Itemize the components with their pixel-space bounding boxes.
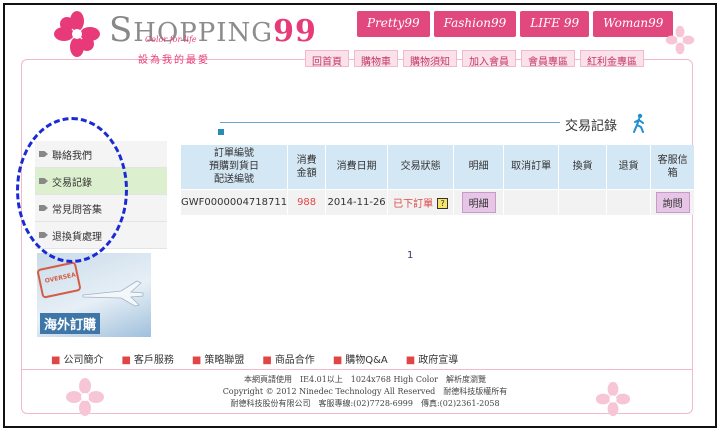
table-row: GWF0000004718711 988 2014-11-26 已下訂單? 明細… [181, 188, 696, 215]
annotation-circle [16, 117, 128, 263]
col-exchange: 換貨 [558, 145, 608, 189]
footer-info: 本網頁請使用 IE4.01以上 1024x768 High Color 解析度瀏… [155, 374, 575, 410]
walking-person-icon [633, 113, 644, 133]
browser-frame: SHOPPING99 Color for life 設為我的最愛 Pretty9… [3, 3, 717, 428]
order-status-cell: 已下訂單? [387, 188, 455, 215]
footer-link-government[interactable]: ■ 政府宣導 [406, 351, 458, 366]
brand-tab-fashion99[interactable]: Fashion99 [433, 11, 517, 37]
footer-link-alliance[interactable]: ■ 策略聯盟 [192, 351, 244, 366]
return-cell [606, 188, 652, 215]
flower-decoration-icon [595, 381, 631, 417]
brand-tab-pretty99[interactable]: Pretty99 [357, 11, 430, 37]
flower-logo-icon [54, 11, 100, 57]
add-favorite-link[interactable]: 設為我的最愛 [138, 51, 210, 66]
col-return: 退貨 [606, 145, 652, 189]
col-cancel: 取消訂單 [503, 145, 560, 189]
nav-cart[interactable]: 購物車 [354, 50, 398, 68]
col-order-no: 訂單編號 預購到貨日 配送編號 [181, 145, 289, 189]
footer-link-qa[interactable]: ■ 購物Q&A [333, 351, 388, 366]
nav-join-member[interactable]: 加入會員 [462, 50, 516, 68]
table-header-row: 訂單編號 預購到貨日 配送編號 消費 金額 消費日期 交易狀態 明細 取消訂單 換貨 … [181, 145, 696, 189]
footer-divider [21, 369, 693, 370]
oversea-order-banner[interactable]: OVERSEA 海外訂購 [37, 253, 151, 337]
order-amount: 988 [287, 188, 327, 215]
section-marker [218, 129, 224, 135]
orders-table: 訂單編號 預購到貨日 配送編號 消費 金額 消費日期 交易狀態 明細 取消訂單 換貨 … [181, 145, 696, 215]
brand-tabs: Pretty99 Fashion99 LIFE 99 Woman99 [357, 11, 674, 37]
logo-99: 99 [273, 14, 317, 49]
nav-shopping-guide[interactable]: 購物須知 [403, 50, 457, 68]
order-date: 2014-11-26 [325, 188, 389, 215]
footer-link-about[interactable]: ■ 公司簡介 [51, 351, 103, 366]
flower-decoration-icon [66, 378, 104, 416]
question-icon[interactable]: ? [437, 198, 449, 210]
section-title-line [220, 122, 560, 123]
col-detail: 明細 [453, 145, 505, 189]
nav-bonus-area[interactable]: 紅利金專區 [580, 50, 644, 68]
footer-contact: 耐德科技股份有限公司 客服專線:(02)7728-6999 傳真:(02)236… [230, 399, 500, 408]
brand-tab-woman99[interactable]: Woman99 [593, 11, 674, 37]
footer-link-cooperation[interactable]: ■ 商品合作 [262, 351, 314, 366]
col-status: 交易狀態 [387, 145, 455, 189]
order-number: GWF0000004718711 [181, 188, 289, 215]
footer-copyright: Copyright © 2012 Ninedec Technology All … [222, 387, 508, 396]
col-mailbox: 客服信箱 [650, 145, 696, 189]
site-logo[interactable]: SHOPPING99 [109, 10, 317, 50]
oversea-banner-text: 海外訂購 [40, 313, 101, 334]
nav-home[interactable]: 回首頁 [305, 50, 349, 68]
page-title: 交易記錄 [565, 119, 618, 134]
oversea-stamp: OVERSEA [37, 261, 82, 299]
airplane-icon [82, 280, 144, 307]
pagination-page[interactable]: 1 [407, 250, 413, 261]
nav-member-area[interactable]: 會員專區 [521, 50, 575, 68]
exchange-cell [558, 188, 608, 215]
col-date: 消費日期 [325, 145, 389, 189]
footer-browser-note: 本網頁請使用 IE4.01以上 1024x768 High Color 解析度瀏… [244, 375, 486, 384]
footer-link-service[interactable]: ■ 客戶服務 [121, 351, 173, 366]
col-amount: 消費 金額 [287, 145, 327, 189]
detail-button[interactable]: 明細 [461, 191, 496, 213]
logo-tagline: Color for life [145, 35, 197, 44]
detail-cell: 明細 [453, 188, 505, 215]
mailbox-cell: 詢問 [650, 188, 696, 215]
flower-decoration-icon [665, 25, 695, 55]
top-nav: 回首頁 購物車 購物須知 加入會員 會員專區 紅利金專區 [305, 50, 644, 68]
ask-button[interactable]: 詢問 [655, 191, 690, 213]
order-status: 已下訂單 [393, 198, 434, 210]
brand-tab-life99[interactable]: LIFE 99 [520, 11, 590, 37]
footer-links: ■ 公司簡介 ■ 客戶服務 ■ 策略聯盟 ■ 商品合作 ■ 購物Q&A ■ 政府宣導 [51, 351, 458, 366]
cancel-cell [503, 188, 560, 215]
